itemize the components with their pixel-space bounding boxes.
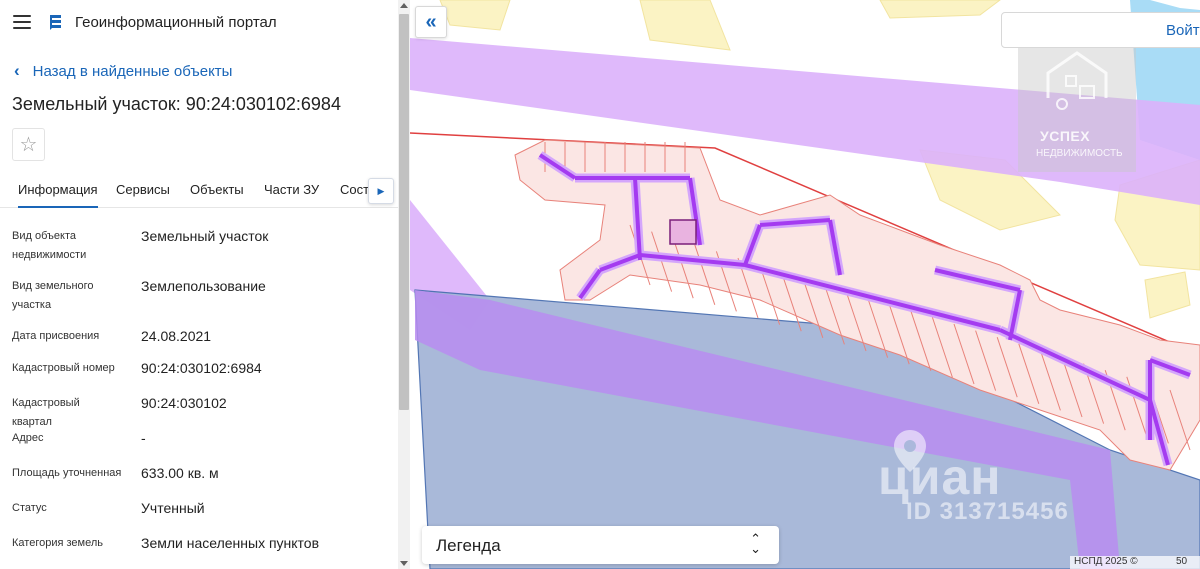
tabs-scroll-right-button[interactable]: ▶ <box>368 178 394 204</box>
back-link-label: Назад в найденные объекты <box>32 63 233 80</box>
house-watermark-icon <box>1046 51 1108 110</box>
info-value: Земельный участок <box>141 228 269 244</box>
object-panel: Геоинформационный портал ‹ Назад в найден… <box>0 0 398 569</box>
collapse-panel-button[interactable]: « <box>415 6 447 38</box>
info-label: Кадастровый квартал <box>12 397 80 428</box>
favorite-star-button[interactable]: ☆ <box>12 128 45 161</box>
info-label: Вид объекта недвижимости <box>12 230 87 261</box>
scale-label: 50 <box>1176 556 1188 567</box>
road <box>578 268 602 300</box>
road <box>999 328 1151 402</box>
parcel-divider <box>694 244 716 305</box>
up-down-chevron-icon: ⌃ ⌄ <box>750 531 761 556</box>
info-value: 633.00 кв. м <box>141 465 219 481</box>
star-icon: ☆ <box>19 134 38 156</box>
info-label: Кадастровый номер <box>12 362 115 374</box>
parcel-divider <box>910 310 932 371</box>
road <box>1149 358 1191 377</box>
map-attribution: НСПД 2025 © 50 <box>1070 556 1200 569</box>
parcel-divider <box>1018 343 1040 404</box>
caret-right-icon: ▶ <box>377 185 385 196</box>
parcel-divider <box>953 323 975 385</box>
info-value: 24.08.2021 <box>141 328 212 344</box>
parcel-divider <box>1169 389 1191 451</box>
scrollbar-thumb[interactable] <box>399 14 409 410</box>
info-value: Землепользование <box>141 278 266 294</box>
panel-scrollbar[interactable] <box>398 0 410 569</box>
road <box>934 268 1021 292</box>
legend-dropdown[interactable]: Легенда ⌃ ⌄ <box>422 526 779 564</box>
back-to-results-link[interactable]: ‹ Назад в найденные объекты <box>14 61 232 81</box>
scroll-up-icon[interactable] <box>400 3 408 8</box>
tabs-bar: Информация Сервисы Объекты Части ЗУ Сост… <box>0 172 398 208</box>
watermark-brand: УСПЕХ <box>1040 128 1091 144</box>
info-value: Учтенный <box>141 500 205 516</box>
info-label: Адрес <box>12 432 44 444</box>
parcel-divider <box>931 317 953 378</box>
hamburger-menu-icon[interactable] <box>13 15 31 29</box>
parcel-divider <box>672 238 694 299</box>
login-button[interactable]: Войти <box>1001 12 1200 48</box>
parcel-divider <box>996 337 1018 398</box>
selected-parcel[interactable] <box>669 219 697 245</box>
info-label: Категория земель <box>12 537 103 549</box>
road <box>743 224 762 266</box>
app-title: Геоинформационный портал <box>75 14 277 31</box>
parcel-divider <box>845 290 867 352</box>
watermark-subtitle: НЕДВИЖИМОСТЬ <box>1036 148 1123 159</box>
watermark-cian-id: ID 313715456 <box>906 498 1069 525</box>
info-label: Дата присвоения <box>12 330 100 342</box>
info-value: 90:24:030102 <box>141 395 227 411</box>
info-value: - <box>141 430 146 446</box>
info-value: 90:24:030102:6984 <box>141 360 262 376</box>
info-label: Вид земельного участка <box>12 280 94 311</box>
double-chevron-left-icon: « <box>425 10 437 33</box>
parcel-divider <box>888 304 910 365</box>
portal-logo-icon <box>50 15 61 30</box>
tab-info[interactable]: Информация <box>18 182 98 208</box>
info-label: Площадь уточненная <box>12 467 122 479</box>
chevron-left-icon: ‹ <box>14 61 20 80</box>
panel-header: Геоинформационный портал <box>0 0 398 46</box>
copyright-text: НСПД 2025 © <box>1074 556 1138 567</box>
parcel-divider <box>975 330 997 391</box>
info-label: Статус <box>12 502 47 514</box>
road <box>599 253 641 272</box>
legend-label: Легенда <box>436 536 501 555</box>
info-value: Земли населенных пунктов <box>141 535 320 551</box>
scroll-down-icon[interactable] <box>400 561 408 566</box>
tab-services[interactable]: Сервисы <box>116 182 170 197</box>
object-title: Земельный участок: 90:24:030102:6984 <box>12 94 341 114</box>
tab-objects[interactable]: Объекты <box>190 182 244 197</box>
parcel-divider <box>867 297 889 358</box>
tab-parts[interactable]: Части ЗУ <box>264 182 319 197</box>
